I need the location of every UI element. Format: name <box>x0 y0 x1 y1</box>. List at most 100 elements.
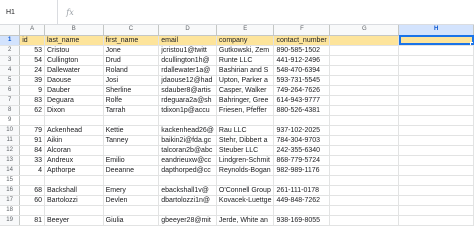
column-header-g[interactable]: G <box>329 25 400 36</box>
cell-e11[interactable]: Stehr, Dibbert a <box>216 135 275 146</box>
cell-f4[interactable]: 548-470-6394 <box>273 65 331 76</box>
cell-d8[interactable]: tdixon1p@accu <box>158 105 217 116</box>
cell-d12[interactable]: talcoran2b@abc <box>158 145 217 156</box>
cell-c7[interactable]: Rolfe <box>103 95 160 106</box>
cell-b7[interactable]: Deguara <box>44 95 104 106</box>
cell-a18[interactable] <box>19 205 45 216</box>
cell-c19[interactable]: Giulia <box>103 215 160 226</box>
cell-b2[interactable]: Cristou <box>44 45 104 56</box>
cell-g8[interactable] <box>329 105 400 116</box>
cell-d13[interactable]: eandrieuxw@cc <box>158 155 217 166</box>
row-header-1[interactable]: 1 <box>0 35 21 46</box>
cell-h6[interactable] <box>398 85 474 96</box>
cell-g4[interactable] <box>329 65 400 76</box>
cell-c13[interactable]: Emilio <box>103 155 160 166</box>
cell-c11[interactable]: Tanney <box>103 135 160 146</box>
row-header-3[interactable]: 3 <box>0 55 21 66</box>
cell-h12[interactable] <box>398 145 474 156</box>
cell-g13[interactable] <box>329 155 400 166</box>
cell-h8[interactable] <box>398 105 474 116</box>
cell-c10[interactable]: Kettie <box>103 125 160 136</box>
cell-e1[interactable]: company <box>216 35 275 46</box>
cell-d10[interactable]: kackenhead26@ <box>158 125 217 136</box>
cell-a8[interactable]: 62 <box>19 105 45 116</box>
cell-g15[interactable] <box>329 175 400 186</box>
cell-c15[interactable] <box>103 175 160 186</box>
row-header-15[interactable]: 15 <box>0 175 21 186</box>
row-header-6[interactable]: 6 <box>0 85 21 96</box>
cell-f16[interactable]: 261-111-0178 <box>273 185 331 196</box>
cell-c12[interactable] <box>103 145 160 156</box>
cell-a13[interactable]: 33 <box>19 155 45 166</box>
cell-b12[interactable]: Alcoran <box>44 145 104 156</box>
cell-g2[interactable] <box>329 45 400 56</box>
cell-c18[interactable] <box>103 205 160 216</box>
cell-a3[interactable]: 54 <box>19 55 45 66</box>
cell-a1[interactable]: id <box>19 35 45 46</box>
cell-d16[interactable]: ebackshall1v@ <box>158 185 217 196</box>
cell-b11[interactable]: Aikin <box>44 135 104 146</box>
cell-f3[interactable]: 441-912-2496 <box>273 55 331 66</box>
cell-e15[interactable] <box>216 175 275 186</box>
cell-a10[interactable]: 79 <box>19 125 45 136</box>
cell-h4[interactable] <box>398 65 474 76</box>
cell-h2[interactable] <box>398 45 474 56</box>
cell-b5[interactable]: Daouse <box>44 75 104 86</box>
cell-d7[interactable]: rdeguara2a@sh <box>158 95 217 106</box>
cell-b8[interactable]: Dixon <box>44 105 104 116</box>
cell-e17[interactable]: Kovacek-Luettge <box>216 195 275 206</box>
row-header-8[interactable]: 8 <box>0 105 21 116</box>
fill-handle[interactable] <box>470 41 473 44</box>
cell-c5[interactable]: Josi <box>103 75 160 86</box>
row-header-7[interactable]: 7 <box>0 95 21 106</box>
cell-g14[interactable] <box>329 165 400 176</box>
cell-a16[interactable]: 68 <box>19 185 45 196</box>
cell-e2[interactable]: Gutkowski, Zem <box>216 45 275 56</box>
cell-c1[interactable]: first_name <box>103 35 160 46</box>
row-header-17[interactable]: 17 <box>0 195 21 206</box>
cell-g3[interactable] <box>329 55 400 66</box>
cell-h14[interactable] <box>398 165 474 176</box>
cell-f7[interactable]: 614-943-9777 <box>273 95 331 106</box>
cell-a5[interactable]: 39 <box>19 75 45 86</box>
cell-f9[interactable] <box>273 115 331 126</box>
column-header-c[interactable]: C <box>103 25 160 36</box>
cell-d18[interactable] <box>158 205 217 216</box>
cell-c8[interactable]: Tarrah <box>103 105 160 116</box>
cell-f1[interactable]: contact_number <box>273 35 331 46</box>
cell-h9[interactable] <box>398 115 474 126</box>
cell-a7[interactable]: 83 <box>19 95 45 106</box>
cell-h15[interactable] <box>398 175 474 186</box>
cell-g7[interactable] <box>329 95 400 106</box>
cell-a14[interactable]: 4 <box>19 165 45 176</box>
cell-b3[interactable]: Cullington <box>44 55 104 66</box>
cell-h17[interactable] <box>398 195 474 206</box>
cell-b15[interactable] <box>44 175 104 186</box>
cell-h5[interactable] <box>398 75 474 86</box>
cell-e16[interactable]: O'Connell Group <box>216 185 275 196</box>
row-header-12[interactable]: 12 <box>0 145 21 156</box>
cell-d4[interactable]: rdallewater1a@ <box>158 65 217 76</box>
cell-a11[interactable]: 91 <box>19 135 45 146</box>
cell-e10[interactable]: Rau LLC <box>216 125 275 136</box>
cell-g12[interactable] <box>329 145 400 156</box>
cell-a4[interactable]: 24 <box>19 65 45 76</box>
cell-f8[interactable]: 880-526-4381 <box>273 105 331 116</box>
cell-e4[interactable]: Bashirian and S <box>216 65 275 76</box>
cell-g9[interactable] <box>329 115 400 126</box>
row-header-4[interactable]: 4 <box>0 65 21 76</box>
row-header-2[interactable]: 2 <box>0 45 21 56</box>
cell-d15[interactable] <box>158 175 217 186</box>
cell-f12[interactable]: 242-355-6340 <box>273 145 331 156</box>
cell-e12[interactable]: Steuber LLC <box>216 145 275 156</box>
cell-e14[interactable]: Reynolds-Bogan <box>216 165 275 176</box>
cell-h13[interactable] <box>398 155 474 166</box>
row-header-5[interactable]: 5 <box>0 75 21 86</box>
cell-d9[interactable] <box>158 115 217 126</box>
cell-g10[interactable] <box>329 125 400 136</box>
cell-e18[interactable] <box>216 205 275 216</box>
cell-d1[interactable]: email <box>158 35 217 46</box>
cell-f14[interactable]: 982-989-1176 <box>273 165 331 176</box>
cell-e13[interactable]: Lindgren-Schmit <box>216 155 275 166</box>
cell-f2[interactable]: 890-585-1502 <box>273 45 331 56</box>
